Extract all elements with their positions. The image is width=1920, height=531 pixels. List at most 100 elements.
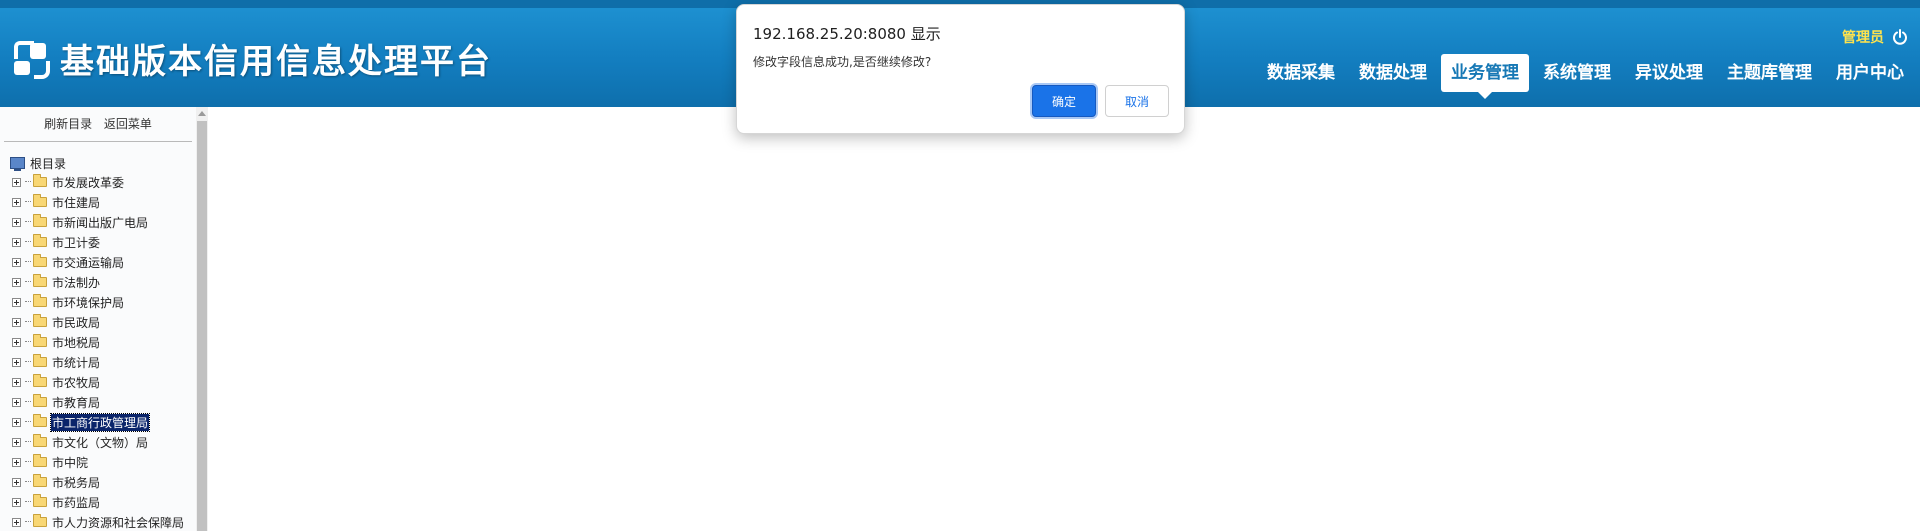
expand-icon[interactable] [12,517,21,527]
brand: 基础版本信用信息处理平台 [12,34,492,83]
catalog-tree: 根目录 市发展改革委 市住建局 市新闻出版广电局 市卫计委 市交通运输局 市法制… [0,142,196,531]
expand-icon[interactable] [12,477,21,487]
expand-icon[interactable] [12,277,21,287]
expand-icon[interactable] [12,317,21,327]
folder-icon [33,394,47,407]
nav-item-user-center[interactable]: 用户中心 [1826,54,1914,92]
folder-icon [33,194,47,207]
tree-node[interactable]: 市中院 [0,452,196,472]
tree-node-label[interactable]: 市统计局 [51,354,101,371]
tree-node[interactable]: 市民政局 [0,312,196,332]
tree-node-label[interactable]: 市发展改革委 [51,174,125,191]
tree-node-label[interactable]: 市农牧局 [51,374,101,391]
folder-icon [33,514,47,527]
tree-node[interactable]: 市交通运输局 [0,252,196,272]
folder-icon [33,434,47,447]
tree-root-label[interactable]: 根目录 [29,155,67,172]
tree-node-label-selected[interactable]: 市工商行政管理局 [49,412,151,432]
tree-node[interactable]: 市农牧局 [0,372,196,392]
tree-node-label[interactable]: 市住建局 [51,194,101,211]
back-to-menu-link[interactable]: 返回菜单 [104,117,152,131]
tree-node[interactable]: 市文化（文物）局 [0,432,196,452]
expand-icon[interactable] [12,497,21,507]
logo-icon [12,39,52,79]
tree-node[interactable]: 市住建局 [0,192,196,212]
scroll-up-arrow-icon[interactable] [198,111,206,116]
tree-node-selected[interactable]: 市工商行政管理局 [0,412,196,432]
tree-node-label[interactable]: 市税务局 [51,474,101,491]
tree-node[interactable]: 市发展改革委 [0,172,196,192]
expand-icon[interactable] [12,337,21,347]
confirm-dialog: 192.168.25.20:8080 显示 修改字段信息成功,是否继续修改? 确… [736,4,1185,134]
ok-button[interactable]: 确定 [1032,85,1096,117]
cancel-button[interactable]: 取消 [1105,85,1169,117]
dialog-title: 192.168.25.20:8080 显示 [753,25,941,43]
tree-node[interactable]: 市药监局 [0,492,196,512]
sidebar-scrollbar[interactable] [196,107,208,531]
tree-node-label[interactable]: 市教育局 [51,394,101,411]
dialog-message: 修改字段信息成功,是否继续修改? [753,55,932,69]
tree-node[interactable]: 市人力资源和社会保障局 [0,512,196,531]
tree-root[interactable]: 根目录 [0,154,196,172]
user-name[interactable]: 管理员 [1842,27,1884,47]
expand-icon[interactable] [12,357,21,367]
tree-node-label[interactable]: 市民政局 [51,314,101,331]
folder-icon [33,294,47,307]
folder-icon [33,174,47,187]
tree-node[interactable]: 市环境保护局 [0,292,196,312]
folder-icon [33,474,47,487]
folder-icon [33,254,47,267]
user-area: 管理员 [1842,27,1908,47]
refresh-catalog-link[interactable]: 刷新目录 [44,117,92,131]
tree-node[interactable]: 市卫计委 [0,232,196,252]
expand-icon[interactable] [12,197,21,207]
expand-icon[interactable] [12,457,21,467]
main-nav: 数据采集 数据处理 业务管理 系统管理 异议处理 主题库管理 用户中心 [1253,54,1914,99]
folder-icon [33,234,47,247]
nav-item-business-management[interactable]: 业务管理 [1441,54,1529,99]
folder-icon [33,334,47,347]
tree-node[interactable]: 市教育局 [0,392,196,412]
folder-icon [33,494,47,507]
folder-icon [33,414,47,427]
nav-item-data-processing[interactable]: 数据处理 [1349,54,1437,92]
folder-icon [33,214,47,227]
expand-icon[interactable] [12,177,21,187]
tree-node-label[interactable]: 市法制办 [51,274,101,291]
tree-node-label[interactable]: 市环境保护局 [51,294,125,311]
nav-item-data-collection[interactable]: 数据采集 [1257,54,1345,92]
expand-icon[interactable] [12,417,21,427]
tree-node[interactable]: 市法制办 [0,272,196,292]
scroll-thumb[interactable] [197,121,207,531]
sidebar: 刷新目录 返回菜单 根目录 市发展改革委 市住建局 市新闻出版广电局 市卫计委 … [0,107,197,531]
nav-item-topic-library[interactable]: 主题库管理 [1717,54,1822,92]
expand-icon[interactable] [12,237,21,247]
app-title: 基础版本信用信息处理平台 [60,42,492,82]
folder-icon [33,354,47,367]
tree-node-label[interactable]: 市交通运输局 [51,254,125,271]
expand-icon[interactable] [12,377,21,387]
expand-icon[interactable] [12,437,21,447]
folder-icon [33,274,47,287]
folder-icon [33,314,47,327]
tree-node-label[interactable]: 市中院 [51,454,89,471]
tree-node-label[interactable]: 市药监局 [51,494,101,511]
nav-item-objection-handling[interactable]: 异议处理 [1625,54,1713,92]
expand-icon[interactable] [12,217,21,227]
tree-node-label[interactable]: 市卫计委 [51,234,101,251]
tree-node[interactable]: 市新闻出版广电局 [0,212,196,232]
tree-node[interactable]: 市地税局 [0,332,196,352]
power-icon[interactable] [1892,29,1908,45]
nav-item-system-management[interactable]: 系统管理 [1533,54,1621,92]
expand-icon[interactable] [12,397,21,407]
tree-node[interactable]: 市统计局 [0,352,196,372]
expand-icon[interactable] [12,297,21,307]
folder-icon [33,454,47,467]
tree-node-label[interactable]: 市人力资源和社会保障局 [51,514,185,531]
expand-icon[interactable] [12,257,21,267]
tree-node-label[interactable]: 市新闻出版广电局 [51,214,149,231]
tree-node[interactable]: 市税务局 [0,472,196,492]
tree-node-label[interactable]: 市文化（文物）局 [51,434,149,451]
folder-icon [33,374,47,387]
tree-node-label[interactable]: 市地税局 [51,334,101,351]
